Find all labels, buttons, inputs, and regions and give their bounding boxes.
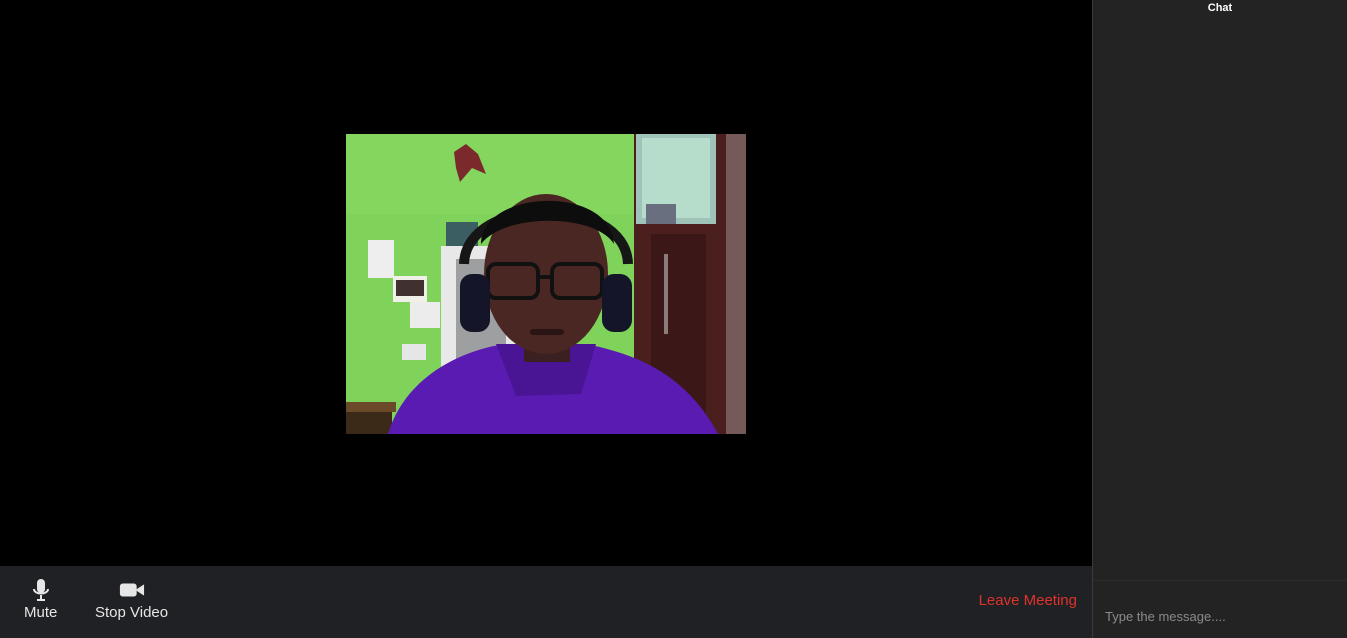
chat-message-input[interactable] <box>1093 580 1347 638</box>
meeting-main-area: Mute Stop Video Leave Meeting <box>0 0 1092 638</box>
mute-button[interactable]: Mute <box>24 578 57 621</box>
video-camera-icon <box>119 578 145 602</box>
stop-video-label: Stop Video <box>95 604 169 621</box>
participant-video-tile <box>346 134 746 434</box>
microphone-icon <box>28 578 54 602</box>
chat-title: Chat <box>1207 2 1233 14</box>
chat-panel: Chat <box>1092 0 1347 638</box>
stop-video-button[interactable]: Stop Video <box>95 578 168 621</box>
video-stage <box>0 0 1092 566</box>
leave-meeting-button[interactable]: Leave Meeting <box>979 592 1077 609</box>
mute-label: Mute <box>24 604 58 621</box>
meeting-controls-bar: Mute Stop Video Leave Meeting <box>0 566 1092 638</box>
webcam-feed-image <box>346 134 746 434</box>
meeting-app: Mute Stop Video Leave Meeting Chat <box>0 0 1347 638</box>
